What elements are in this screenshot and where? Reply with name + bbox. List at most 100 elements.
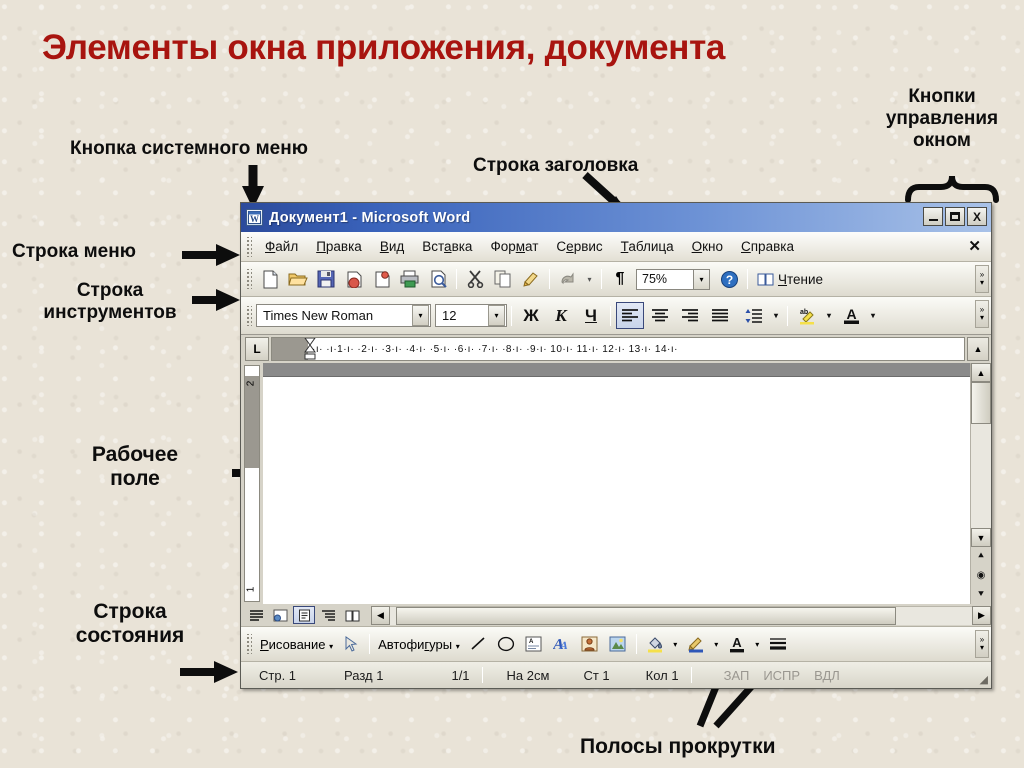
drawing-menu-button[interactable]: Рисование ▾ xyxy=(256,637,337,652)
reading-layout-view-button[interactable] xyxy=(341,606,363,624)
print-preview-button[interactable] xyxy=(425,266,451,292)
maximize-button[interactable] xyxy=(945,207,965,226)
menu-item-edit[interactable]: Правка xyxy=(307,237,371,256)
drawing-toolbar-overflow-button[interactable]: » ▾ xyxy=(975,630,989,658)
align-justify-button[interactable] xyxy=(706,302,734,329)
print-layout-view-button[interactable] xyxy=(293,606,315,624)
scroll-right-button[interactable]: ▶ xyxy=(972,605,991,625)
save-button[interactable] xyxy=(313,266,339,292)
reading-layout-button[interactable]: Чтение xyxy=(752,272,828,287)
help-button[interactable]: ? xyxy=(716,266,742,292)
menu-item-help[interactable]: Справка xyxy=(732,237,803,256)
chevron-down-icon[interactable]: ▾ xyxy=(412,305,429,326)
undo-dropdown-button[interactable]: ▾ xyxy=(583,266,596,292)
select-objects-button[interactable] xyxy=(338,631,364,657)
cut-button[interactable] xyxy=(462,266,488,292)
line-button[interactable] xyxy=(465,631,491,657)
formatting-toolbar-overflow-button[interactable]: » ▾ xyxy=(975,300,989,328)
standard-toolbar-drag-handle[interactable] xyxy=(245,269,252,289)
vertical-scroll-track[interactable] xyxy=(971,382,991,528)
italic-button[interactable]: К xyxy=(547,302,575,329)
window-resize-grip[interactable]: ◢ xyxy=(980,673,988,686)
select-browse-object-button[interactable]: ◉ xyxy=(971,566,991,585)
text-box-button[interactable]: A xyxy=(521,631,547,657)
font-color-dropdown[interactable]: ▾ xyxy=(867,302,879,329)
tab-stop-selector[interactable]: L xyxy=(245,337,269,361)
status-track-changes[interactable]: ИСПР xyxy=(756,668,807,683)
menu-item-tools[interactable]: Сервис xyxy=(547,237,611,256)
fill-color-dropdown[interactable]: ▾ xyxy=(670,631,681,657)
vertical-scrollbar[interactable]: ▲ ▼ ⯅ ◉ ⯆ xyxy=(970,363,991,604)
menu-item-window[interactable]: Окно xyxy=(683,237,732,256)
fill-color-button[interactable] xyxy=(642,631,668,657)
menu-item-file[interactable]: Файл xyxy=(256,237,307,256)
drawing-font-color-button[interactable]: A xyxy=(724,631,750,657)
browse-previous-button[interactable]: ⯅ xyxy=(971,547,991,566)
menu-item-view[interactable]: Вид xyxy=(371,237,413,256)
picture-button[interactable] xyxy=(605,631,631,657)
undo-button[interactable] xyxy=(555,266,581,292)
highlight-dropdown[interactable]: ▾ xyxy=(823,302,835,329)
vertical-scroll-thumb[interactable] xyxy=(971,382,991,424)
autoshapes-button[interactable]: Автофигуры ▾ xyxy=(374,637,464,652)
copy-button[interactable] xyxy=(490,266,516,292)
show-formatting-marks-button[interactable]: ¶ xyxy=(607,266,633,292)
new-document-button[interactable] xyxy=(257,266,283,292)
menu-item-table[interactable]: Таблица xyxy=(612,237,683,256)
zoom-input[interactable]: 75% xyxy=(636,268,694,290)
bold-button[interactable]: Ж xyxy=(517,302,545,329)
outline-view-button[interactable] xyxy=(317,606,339,624)
drawing-toolbar-drag-handle[interactable] xyxy=(245,634,252,654)
scroll-up-button[interactable]: ▲ xyxy=(971,363,991,382)
document-page[interactable] xyxy=(263,377,970,604)
zoom-dropdown-button[interactable]: ▾ xyxy=(694,268,710,290)
minimize-button[interactable] xyxy=(923,207,943,226)
menu-item-format[interactable]: Формат xyxy=(481,237,547,256)
horizontal-scroll-track[interactable] xyxy=(390,605,972,625)
title-bar[interactable]: W Документ1 - Microsoft Word X xyxy=(241,203,991,232)
print-button[interactable] xyxy=(397,266,423,292)
scroll-left-button[interactable]: ◀ xyxy=(371,605,390,625)
highlight-button[interactable]: ab xyxy=(793,302,821,329)
formatting-toolbar-drag-handle[interactable] xyxy=(245,305,252,326)
format-painter-button[interactable] xyxy=(518,266,544,292)
close-document-button[interactable]: ✕ xyxy=(968,237,981,255)
menu-item-insert[interactable]: Вставка xyxy=(413,237,481,256)
normal-view-button[interactable] xyxy=(245,606,267,624)
work-area[interactable] xyxy=(263,363,970,604)
oval-button[interactable] xyxy=(493,631,519,657)
web-layout-view-button[interactable] xyxy=(269,606,291,624)
standard-toolbar-overflow-button[interactable]: » ▾ xyxy=(975,265,989,293)
drawing-font-color-dropdown[interactable]: ▾ xyxy=(752,631,763,657)
line-style-button[interactable] xyxy=(765,631,791,657)
scroll-down-button[interactable]: ▼ xyxy=(971,528,991,547)
permission-button[interactable] xyxy=(369,266,395,292)
browse-next-button[interactable]: ⯆ xyxy=(971,585,991,604)
underline-button[interactable]: Ч xyxy=(577,302,605,329)
email-button[interactable] xyxy=(341,266,367,292)
font-size-combo[interactable]: 12 ▾ xyxy=(435,304,507,327)
vertical-ruler[interactable]: 2 1 xyxy=(241,363,263,604)
close-button[interactable]: X xyxy=(967,207,987,226)
align-left-button[interactable] xyxy=(616,302,644,329)
line-spacing-button[interactable] xyxy=(740,302,768,329)
system-menu-button[interactable]: W xyxy=(246,209,263,226)
horizontal-scroll-thumb[interactable] xyxy=(396,606,896,625)
line-color-dropdown[interactable]: ▾ xyxy=(711,631,722,657)
line-color-button[interactable] xyxy=(683,631,709,657)
line-spacing-dropdown[interactable]: ▾ xyxy=(770,302,782,329)
horizontal-scrollbar[interactable]: ◀ ▶ xyxy=(371,604,991,626)
align-right-button[interactable] xyxy=(676,302,704,329)
font-color-button[interactable]: А xyxy=(837,302,865,329)
status-record-mode[interactable]: ЗАП xyxy=(698,668,757,683)
status-extend-selection[interactable]: ВДЛ xyxy=(807,668,847,683)
font-name-combo[interactable]: Times New Roman ▾ xyxy=(256,304,431,327)
ruler-scroll-up-corner[interactable]: ▲ xyxy=(967,337,989,361)
chevron-down-icon[interactable]: ▾ xyxy=(488,305,505,326)
align-center-button[interactable] xyxy=(646,302,674,329)
horizontal-ruler[interactable]: ·ı· ·ı·1·ı· ·2·ı· ·3·ı· ·4·ı· ·5·ı· ·6·ı… xyxy=(271,337,965,361)
open-button[interactable] xyxy=(285,266,311,292)
menubar-drag-handle[interactable] xyxy=(245,236,252,257)
diagram-button[interactable] xyxy=(577,631,603,657)
wordart-button[interactable]: A A xyxy=(549,631,575,657)
